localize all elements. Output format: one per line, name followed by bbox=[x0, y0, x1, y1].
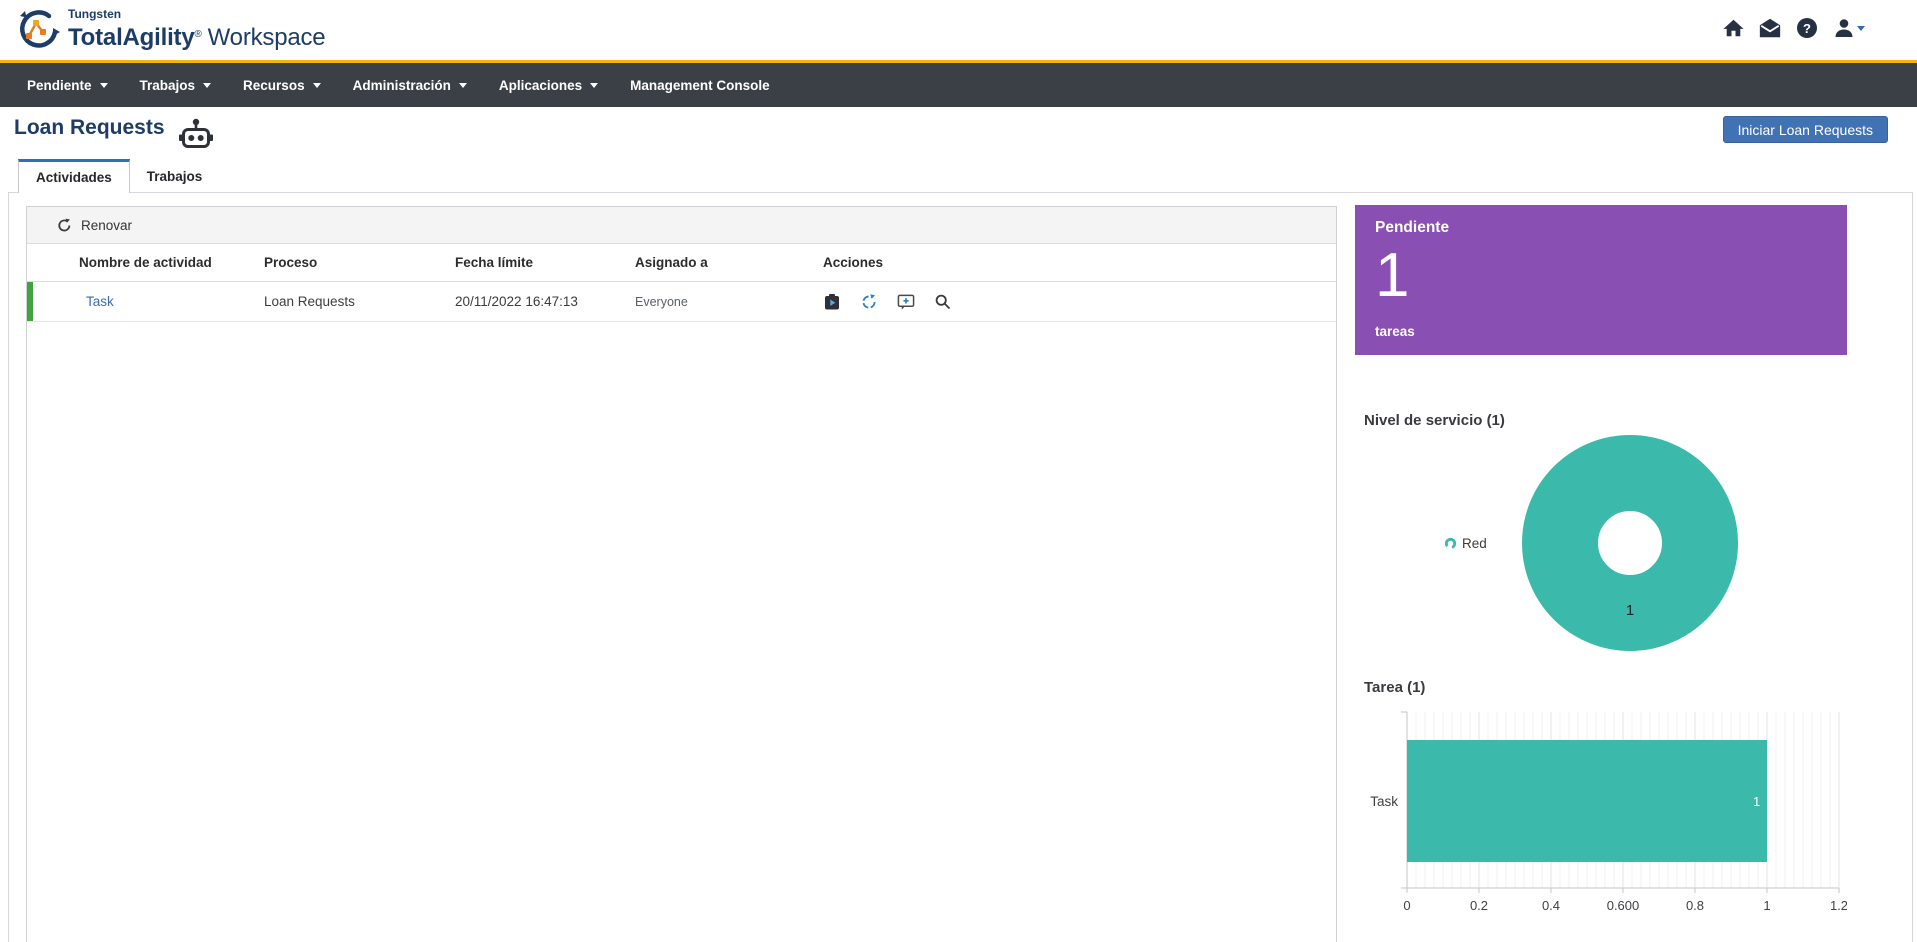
table-header: Nombre de actividad Proceso Fecha límite… bbox=[27, 244, 1336, 282]
column-header-actions: Acciones bbox=[823, 255, 884, 270]
chevron-down-icon bbox=[203, 82, 212, 88]
nav-item-aplicaciones[interactable]: Aplicaciones bbox=[483, 63, 614, 107]
svg-text:Task: Task bbox=[1370, 794, 1398, 809]
due-date-cell: 20/11/2022 16:47:13 bbox=[455, 294, 578, 309]
tab-bar: Actividades Trabajos bbox=[18, 159, 219, 193]
activities-panel: Renovar Nombre de actividad Proceso Fech… bbox=[26, 206, 1337, 942]
reassign-icon[interactable] bbox=[860, 293, 878, 311]
task-chart-title: Tarea (1) bbox=[1364, 679, 1426, 696]
svg-text:0.600: 0.600 bbox=[1607, 898, 1640, 913]
sla-legend-marker-icon bbox=[1444, 537, 1457, 550]
card-title: Pendiente bbox=[1375, 219, 1450, 236]
card-count: 1 bbox=[1375, 241, 1410, 310]
svg-text:0.2: 0.2 bbox=[1470, 898, 1488, 913]
tab-actividades[interactable]: Actividades bbox=[18, 159, 130, 193]
service-level-chart-title: Nivel de servicio (1) bbox=[1364, 412, 1505, 429]
chevron-down-icon bbox=[99, 82, 108, 88]
column-header-assigned[interactable]: Asignado a bbox=[635, 255, 823, 270]
app-header: Tungsten TotalAgility® Workspace ? bbox=[0, 0, 1917, 60]
robot-icon bbox=[178, 117, 214, 156]
nav-item-trabajos[interactable]: Trabajos bbox=[124, 63, 228, 107]
refresh-icon bbox=[57, 218, 72, 233]
add-note-icon[interactable] bbox=[897, 293, 915, 311]
chevron-down-icon bbox=[590, 82, 599, 88]
page-title-row: Loan Requests Iniciar Loan Requests bbox=[0, 107, 1917, 160]
tab-content: Renovar Nombre de actividad Proceso Fech… bbox=[8, 192, 1913, 942]
nav-item-management-console[interactable]: Management Console bbox=[614, 63, 786, 107]
task-bar-chart[interactable]: 0 0.2 0.4 0.600 0.8 1 1.2 1 Task bbox=[1355, 701, 1847, 936]
brand-trademark: ® bbox=[194, 29, 202, 40]
service-level-legend[interactable]: Red bbox=[1444, 536, 1487, 551]
pending-summary-card[interactable]: Pendiente 1 tareas bbox=[1355, 205, 1847, 355]
process-cell: Loan Requests bbox=[264, 294, 355, 309]
svg-text:1: 1 bbox=[1763, 898, 1770, 913]
assigned-to-cell: Everyone bbox=[635, 294, 688, 309]
activity-name-link[interactable]: Task bbox=[79, 294, 264, 309]
brand-text: Tungsten TotalAgility® Workspace bbox=[68, 7, 326, 52]
chevron-down-icon bbox=[312, 82, 321, 88]
tungsten-logo-icon bbox=[12, 7, 60, 58]
table-row: Task Loan Requests 20/11/2022 16:47:13 E… bbox=[27, 282, 1336, 322]
refresh-label: Renovar bbox=[81, 217, 133, 233]
take-activity-icon[interactable] bbox=[823, 293, 841, 311]
svg-text:1: 1 bbox=[1753, 794, 1760, 809]
tab-trabajos[interactable]: Trabajos bbox=[130, 159, 220, 193]
brand-suffix: Workspace bbox=[207, 24, 326, 51]
nav-item-administracion[interactable]: Administración bbox=[337, 63, 483, 107]
brand-logo: Tungsten TotalAgility® Workspace bbox=[12, 7, 326, 58]
refresh-button[interactable]: Renovar bbox=[27, 207, 1336, 244]
summary-panel: Pendiente 1 tareas Nivel de servicio (1)… bbox=[1355, 205, 1847, 942]
card-unit: tareas bbox=[1375, 324, 1415, 339]
help-icon[interactable]: ? bbox=[1795, 16, 1819, 40]
view-details-icon[interactable] bbox=[934, 293, 952, 311]
service-level-donut-chart[interactable]: 1 bbox=[1355, 431, 1847, 677]
chevron-down-icon bbox=[458, 82, 467, 88]
brand-company: Tungsten bbox=[68, 7, 122, 21]
nav-item-recursos[interactable]: Recursos bbox=[227, 63, 337, 107]
column-header-due-date[interactable]: Fecha límite bbox=[455, 255, 635, 270]
column-header-name[interactable]: Nombre de actividad bbox=[79, 255, 264, 270]
svg-text:?: ? bbox=[1803, 21, 1811, 36]
page-title: Loan Requests bbox=[14, 116, 165, 139]
home-icon[interactable] bbox=[1721, 16, 1745, 40]
start-process-button[interactable]: Iniciar Loan Requests bbox=[1722, 116, 1888, 143]
mail-icon[interactable] bbox=[1758, 16, 1782, 40]
svg-text:0: 0 bbox=[1403, 898, 1410, 913]
svg-text:1: 1 bbox=[1626, 602, 1634, 619]
main-nav: Pendiente Trabajos Recursos Administraci… bbox=[0, 63, 1917, 107]
chevron-down-icon bbox=[1857, 25, 1865, 31]
nav-item-pendiente[interactable]: Pendiente bbox=[11, 63, 124, 107]
svg-text:1.2: 1.2 bbox=[1830, 898, 1847, 913]
header-icon-bar: ? bbox=[1721, 16, 1866, 40]
column-header-process[interactable]: Proceso bbox=[264, 255, 455, 270]
svg-text:0.4: 0.4 bbox=[1542, 898, 1560, 913]
svg-text:0.8: 0.8 bbox=[1686, 898, 1704, 913]
row-actions bbox=[823, 293, 1336, 311]
user-menu-icon[interactable] bbox=[1832, 16, 1866, 40]
sla-legend-label: Red bbox=[1462, 536, 1487, 551]
workspace-page: Tungsten TotalAgility® Workspace ? Pendi… bbox=[0, 0, 1917, 942]
brand-product: TotalAgility bbox=[68, 24, 195, 51]
